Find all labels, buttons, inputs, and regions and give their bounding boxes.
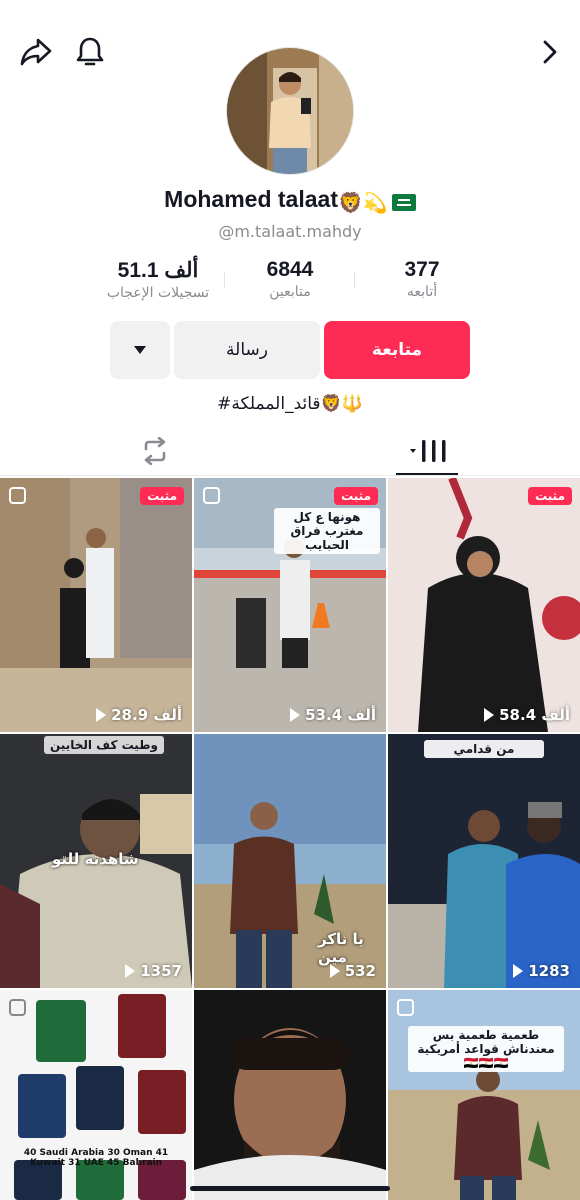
profile-name: Mohamed talaat xyxy=(164,186,338,212)
stat-divider xyxy=(224,272,225,288)
view-count: 1357 xyxy=(125,962,182,980)
video-tile[interactable]: يا ناكر مين 532 xyxy=(194,734,386,988)
avatar[interactable] xyxy=(226,47,354,175)
play-icon xyxy=(513,964,524,978)
stat-followers[interactable]: 6844 متابعين xyxy=(240,258,340,300)
video-tile[interactable]: 40 Saudi Arabia 30 Oman 41 Kuwait 31 UAE… xyxy=(0,990,192,1200)
video-tile[interactable]: مثبت 28.9 ألف xyxy=(0,478,192,732)
likes-count: 51.1 ألف xyxy=(117,259,199,282)
bell-icon[interactable] xyxy=(70,30,110,74)
video-tile[interactable]: مثبت 58.4 ألف xyxy=(388,478,580,732)
grid-icon xyxy=(410,440,446,462)
video-tile[interactable]: مثبت هونها ع كل مغترب فراق الحبايب 53.4 … xyxy=(194,478,386,732)
view-count: 58.4 ألف xyxy=(484,706,570,724)
pinned-badge: مثبت xyxy=(334,487,378,505)
view-count: 28.9 ألف xyxy=(96,706,182,724)
video-caption: وطيت كف الخايين xyxy=(44,736,164,754)
more-button[interactable] xyxy=(110,321,170,379)
multi-photo-icon xyxy=(397,999,414,1016)
watched-overlay: شاهدته للتو xyxy=(52,850,139,868)
name-emojis: 🦁💫 xyxy=(338,190,388,215)
bio: #قائد_المملكة🦁🔱 xyxy=(217,394,363,414)
play-icon xyxy=(484,708,495,722)
stat-likes[interactable]: 51.1 ألف تسجيلات الإعجاب xyxy=(96,258,220,301)
view-count: 1283 xyxy=(513,962,570,980)
multi-photo-icon xyxy=(9,487,26,504)
home-indicator xyxy=(190,1186,390,1191)
stats-row: 377 أتابعه 6844 متابعين 51.1 ألف تسجيلات… xyxy=(0,258,580,308)
views-text: 1283 xyxy=(528,962,570,980)
following-count: 377 xyxy=(404,258,440,281)
play-icon xyxy=(96,708,107,722)
chevron-right-icon[interactable] xyxy=(530,30,570,74)
views-text: 53.4 ألف xyxy=(305,706,376,724)
profile-name-row: Mohamed talaat🦁💫 xyxy=(0,186,580,215)
likes-label: تسجيلات الإعجاب xyxy=(106,285,210,301)
video-tile[interactable]: من قدامي 1283 xyxy=(388,734,580,988)
multi-photo-icon xyxy=(9,999,26,1016)
views-text: 1357 xyxy=(140,962,182,980)
views-text: 28.9 ألف xyxy=(111,706,182,724)
pinned-badge: مثبت xyxy=(140,487,184,505)
repost-icon xyxy=(144,437,166,465)
view-count: 53.4 ألف xyxy=(290,706,376,724)
share-icon[interactable] xyxy=(16,30,56,74)
message-button[interactable]: رسالة xyxy=(174,321,320,379)
video-caption: من قدامي xyxy=(424,740,544,758)
caret-down-icon xyxy=(134,346,146,354)
video-caption: طعمية طعمية بس معندناش قواعد أمريكية 🇪🇬🇪… xyxy=(408,1026,564,1072)
video-tile[interactable]: وطيت كف الخايين شاهدته للتو 1357 xyxy=(0,734,192,988)
view-count: 532 xyxy=(329,962,376,980)
following-label: أتابعه xyxy=(406,284,438,300)
tab-videos[interactable] xyxy=(396,428,466,475)
multi-photo-icon xyxy=(203,487,220,504)
followers-count: 6844 xyxy=(266,258,314,281)
saudi-flag-icon xyxy=(391,194,416,211)
pinned-badge: مثبت xyxy=(528,487,572,505)
play-icon xyxy=(290,708,301,722)
video-caption: 40 Saudi Arabia 30 Oman 41 Kuwait 31 UAE… xyxy=(23,1148,169,1168)
video-tile[interactable] xyxy=(194,990,386,1200)
content-tabs xyxy=(0,428,580,476)
followers-label: متابعين xyxy=(269,284,311,300)
video-overlay-text: يا ناكر مين xyxy=(318,930,364,966)
views-text: 58.4 ألف xyxy=(499,706,570,724)
video-tile[interactable]: طعمية طعمية بس معندناش قواعد أمريكية 🇪🇬🇪… xyxy=(388,990,580,1200)
video-caption: هونها ع كل مغترب فراق الحبايب xyxy=(274,508,380,554)
follow-button[interactable]: متابعة xyxy=(324,321,470,379)
stat-following[interactable]: 377 أتابعه xyxy=(372,258,472,300)
play-icon xyxy=(329,964,340,978)
play-icon xyxy=(125,964,136,978)
username: @m.talaat.mahdy xyxy=(218,222,362,241)
tab-reposts[interactable] xyxy=(120,428,190,474)
stat-divider xyxy=(354,272,355,288)
views-text: 532 xyxy=(344,962,376,980)
